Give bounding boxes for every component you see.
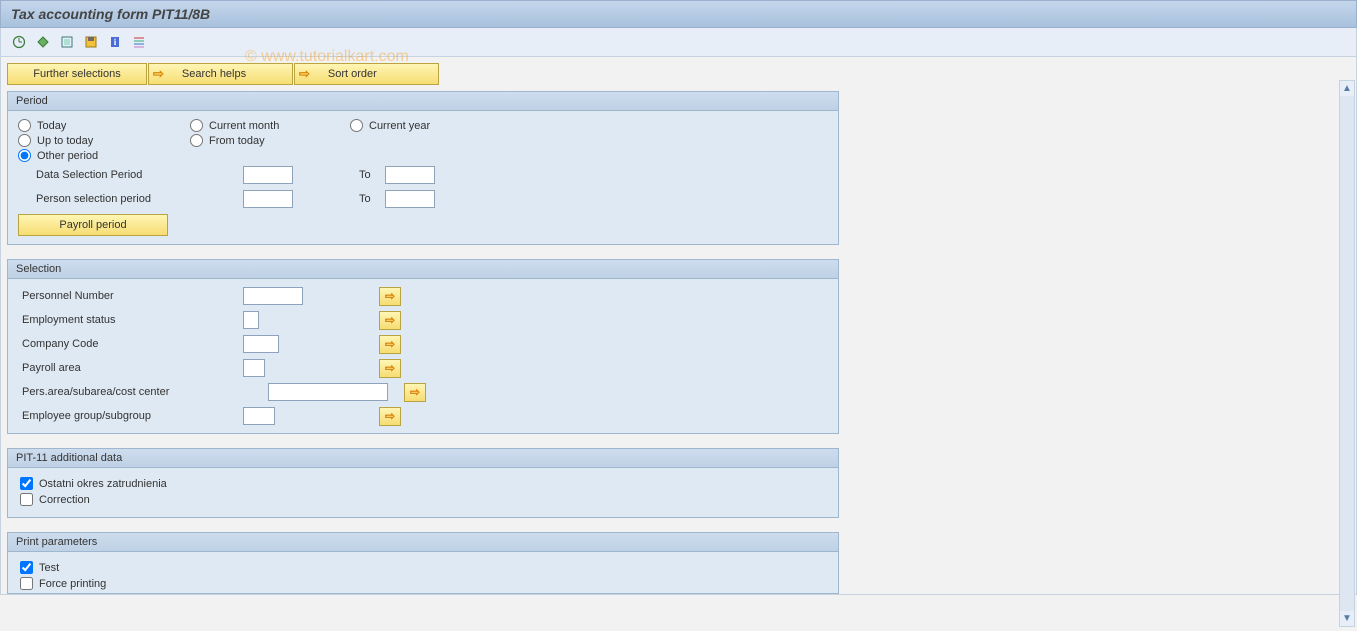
checkbox-test[interactable]: Test [20,561,828,574]
to-label-1: To [359,169,385,181]
payroll-area-multiselect-button[interactable]: ⇨ [379,359,401,378]
company-code-input[interactable] [243,335,279,353]
scroll-down-icon[interactable]: ▼ [1342,611,1352,626]
search-helps-label: Search helps [182,68,246,80]
payroll-area-input[interactable] [243,359,265,377]
person-selection-to-input[interactable] [385,190,435,208]
radio-current-month-label: Current month [209,120,279,132]
radio-from-today[interactable]: From today [190,134,350,147]
sort-order-label: Sort order [328,68,377,80]
group-selection: Selection Personnel Number ⇨ Employment … [7,259,839,434]
data-selection-to-input[interactable] [385,166,435,184]
company-code-multiselect-button[interactable]: ⇨ [379,335,401,354]
radio-other-period-label: Other period [37,150,98,162]
checkbox-correction[interactable]: Correction [20,493,828,506]
group-selection-title: Selection [8,260,838,279]
payroll-period-label: Payroll period [59,219,126,231]
person-selection-label: Person selection period [18,193,243,205]
pers-area-label: Pers.area/subarea/cost center [18,386,268,398]
checkbox-force-printing[interactable]: Force printing [20,577,828,590]
info-icon[interactable]: i [105,32,125,52]
radio-current-month[interactable]: Current month [190,119,350,132]
radio-other-period[interactable]: Other period [18,149,190,162]
radio-current-year-label: Current year [369,120,430,132]
arrow-right-icon: ⇨ [299,66,310,82]
group-pit11-title: PIT-11 additional data [8,449,838,468]
further-selections-button[interactable]: Further selections [7,63,147,85]
app-toolbar: i [0,28,1357,57]
sort-order-button[interactable]: ⇨ Sort order [294,63,439,85]
group-pit11: PIT-11 additional data Ostatni okres zat… [7,448,839,518]
data-selection-label: Data Selection Period [18,169,243,181]
force-printing-label: Force printing [39,578,106,590]
arrow-right-icon: ⇨ [153,66,164,82]
employee-group-label: Employee group/subgroup [18,410,243,422]
main-content: Further selections ⇨ Search helps ⇨ Sort o… [1,57,845,594]
radio-today[interactable]: Today [18,119,190,132]
title-text: Tax accounting form PIT11/8B [11,6,210,22]
radio-from-today-label: From today [209,135,265,147]
personnel-number-input[interactable] [243,287,303,305]
radio-up-to-today[interactable]: Up to today [18,134,190,147]
further-selections-label: Further selections [33,68,120,80]
personnel-number-label: Personnel Number [18,290,243,302]
pers-area-multiselect-button[interactable]: ⇨ [404,383,426,402]
vertical-scrollbar[interactable]: ▲ ▼ [1339,80,1355,627]
employment-status-multiselect-button[interactable]: ⇨ [379,311,401,330]
group-period: Period Today Current month Current year … [7,91,839,245]
employee-group-multiselect-button[interactable]: ⇨ [379,407,401,426]
group-print-title: Print parameters [8,533,838,552]
search-helps-button[interactable]: ⇨ Search helps [148,63,293,85]
company-code-label: Company Code [18,338,243,350]
radio-current-year[interactable]: Current year [350,119,530,132]
group-period-title: Period [8,92,838,111]
checkbox-ostatni[interactable]: Ostatni okres zatrudnienia [20,477,828,490]
scroll-up-icon[interactable]: ▲ [1342,81,1352,96]
data-selection-from-input[interactable] [243,166,293,184]
radio-up-to-today-label: Up to today [37,135,93,147]
person-selection-from-input[interactable] [243,190,293,208]
employee-group-input[interactable] [243,407,275,425]
execute-icon[interactable] [9,32,29,52]
scroll-track[interactable] [1340,96,1354,611]
personnel-multiselect-button[interactable]: ⇨ [379,287,401,306]
selection-buttons: Further selections ⇨ Search helps ⇨ Sort o… [7,63,839,85]
correction-label: Correction [39,494,90,506]
employment-status-input[interactable] [243,311,259,329]
variant-icon[interactable] [33,32,53,52]
save-icon[interactable] [81,32,101,52]
page-title: Tax accounting form PIT11/8B [0,0,1357,28]
get-variant-icon[interactable] [57,32,77,52]
test-label: Test [39,562,59,574]
payroll-area-label: Payroll area [18,362,243,374]
radio-today-label: Today [37,120,66,132]
list-icon[interactable] [129,32,149,52]
ostatni-label: Ostatni okres zatrudnienia [39,478,167,490]
pers-area-input[interactable] [268,383,388,401]
payroll-period-button[interactable]: Payroll period [18,214,168,236]
group-print: Print parameters Test Force printing [7,532,839,594]
to-label-2: To [359,193,385,205]
employment-status-label: Employment status [18,314,243,326]
